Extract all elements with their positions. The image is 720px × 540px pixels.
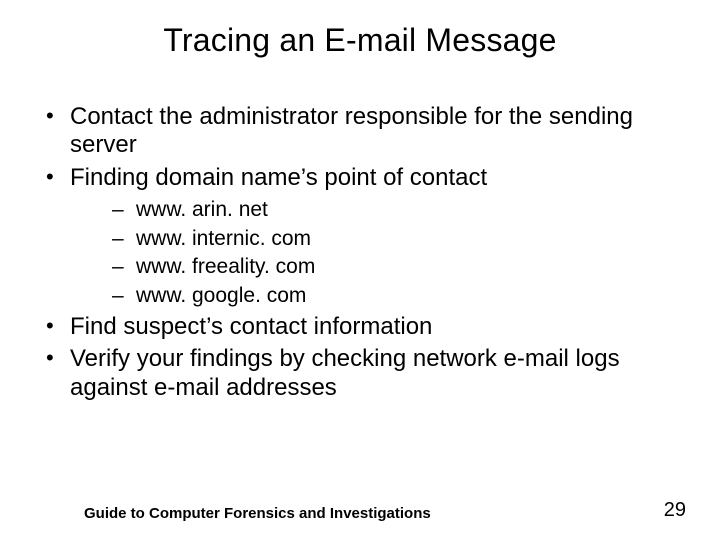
bullet-item: Finding domain name’s point of contact w… [40,164,680,309]
sub-bullet-item: www. arin. net [108,198,680,223]
sub-bullet-text: www. arin. net [136,198,268,221]
sub-bullet-item: www. internic. com [108,227,680,252]
bullet-item: Verify your findings by checking network… [40,345,680,402]
slide-title: Tracing an E-mail Message [0,0,720,59]
slide: Tracing an E-mail Message Contact the ad… [0,0,720,540]
footer-text: Guide to Computer Forensics and Investig… [84,505,690,522]
bullet-list: Contact the administrator responsible fo… [40,103,680,402]
sub-bullet-text: www. google. com [136,284,306,307]
sub-bullet-item: www. google. com [108,284,680,309]
bullet-text: Verify your findings by checking network… [70,345,620,400]
sub-bullet-list: www. arin. net www. internic. com www. f… [70,198,680,309]
bullet-text: Finding domain name’s point of contact [70,164,487,191]
sub-bullet-text: www. freeality. com [136,255,315,278]
sub-bullet-item: www. freeality. com [108,255,680,280]
slide-body: Contact the administrator responsible fo… [0,59,720,402]
page-number: 29 [664,499,686,522]
bullet-text: Find suspect’s contact information [70,313,432,340]
bullet-item: Find suspect’s contact information [40,313,680,341]
bullet-item: Contact the administrator responsible fo… [40,103,680,160]
bullet-text: Contact the administrator responsible fo… [70,103,633,158]
sub-bullet-text: www. internic. com [136,227,311,250]
